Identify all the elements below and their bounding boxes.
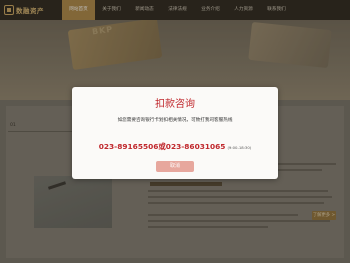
modal-description: 如您需要咨询银行卡划扣相关情况，可致打我司客服热线	[117, 118, 233, 123]
modal-title: 扣款咨询	[155, 99, 195, 110]
hotline-phone-2[interactable]: 023-86031065	[166, 142, 226, 151]
phone-separator: 或	[158, 142, 166, 151]
hotline-numbers: 023-89165506或023-86031065 (9:00-18:30)	[72, 134, 278, 153]
service-hours: (9:00-18:30)	[227, 145, 252, 150]
hotline-phone-1[interactable]: 023-89165506	[99, 142, 159, 151]
deduction-inquiry-modal: 扣款咨询 如您需要咨询银行卡划扣相关情况，可致打我司客服热线 023-89165…	[72, 87, 278, 179]
cancel-button[interactable]: 取消	[156, 161, 194, 172]
